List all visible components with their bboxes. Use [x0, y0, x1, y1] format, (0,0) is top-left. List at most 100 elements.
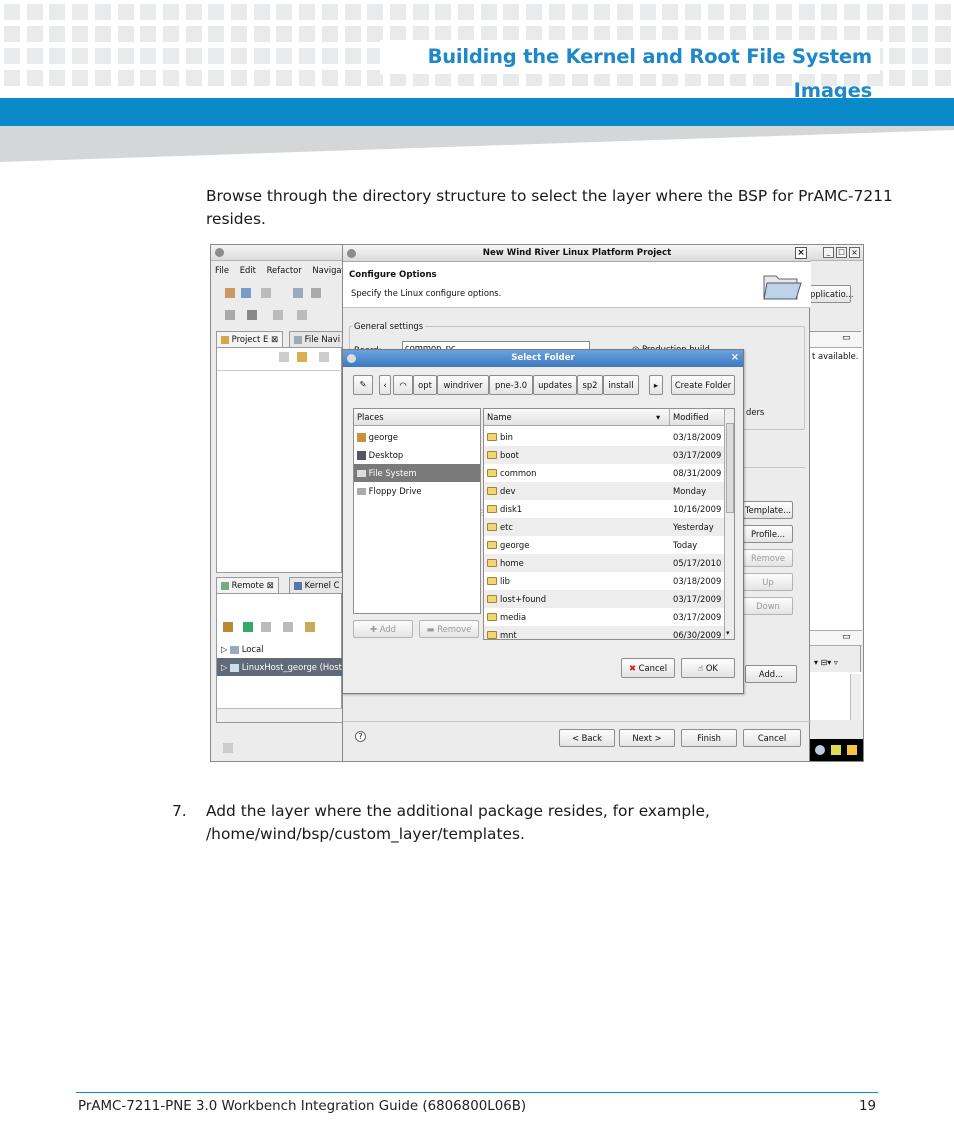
path-windriver-button[interactable]: windriver	[437, 375, 489, 395]
down-button[interactable]: Down	[743, 597, 793, 615]
cancel-wizard-button[interactable]: Cancel	[743, 729, 801, 747]
minimize-icon[interactable]: _	[823, 247, 834, 258]
remove-place-button[interactable]: ▬ Remove	[419, 620, 479, 638]
finish-button[interactable]: Finish	[681, 729, 737, 747]
menu-file[interactable]: File	[215, 265, 229, 275]
file-row[interactable]: etc Yesterday	[484, 518, 724, 536]
path-scroll-left-icon[interactable]: ‹	[379, 375, 391, 395]
tree-local[interactable]: ▷ Local	[217, 640, 343, 658]
connect-icon[interactable]	[243, 622, 253, 632]
file-row[interactable]: home 05/17/2010	[484, 554, 724, 572]
tray-icon-3[interactable]	[847, 745, 857, 755]
debug-icon[interactable]	[247, 310, 257, 320]
file-row[interactable]: george Today	[484, 536, 724, 554]
folder-icon	[487, 631, 497, 639]
close-icon[interactable]: ×	[849, 247, 860, 258]
file-row[interactable]: lib 03/18/2009	[484, 572, 724, 590]
back-button[interactable]: < Back	[559, 729, 615, 747]
vertical-scrollbar-right[interactable]	[850, 674, 861, 720]
place-george[interactable]: george	[354, 428, 480, 446]
remove-layer-button[interactable]: Remove	[743, 549, 793, 567]
root-path-button[interactable]: ◠	[393, 375, 413, 395]
minimize-view-icon-2[interactable]: ▭	[842, 632, 851, 642]
tree-linux-host[interactable]: ▷ LinuxHost_george (Host	[217, 658, 343, 676]
view-menu-icon-2[interactable]: ▾ ⊟▾ ▿	[814, 658, 838, 667]
tab-project-explorer[interactable]: Project E ⊠	[216, 331, 283, 347]
new-icon[interactable]	[225, 288, 235, 298]
file-row[interactable]: dev Monday	[484, 482, 724, 500]
define-connection-icon[interactable]	[223, 622, 233, 632]
new-application-button[interactable]: pplicatio...	[807, 285, 854, 303]
path-sp2-button[interactable]: sp2	[577, 375, 603, 395]
pane-resize-handle[interactable]: ⋮	[478, 508, 486, 517]
clean-icon[interactable]	[311, 288, 321, 298]
next-button[interactable]: Next >	[619, 729, 675, 747]
kernel-icon	[294, 581, 302, 590]
path-updates-button[interactable]: updates	[533, 375, 577, 395]
save-icon[interactable]	[241, 288, 251, 298]
path-pne-button[interactable]: pne-3.0	[489, 375, 533, 395]
files-vertical-scrollbar[interactable]: ▾	[724, 409, 734, 639]
scroll-thumb[interactable]	[726, 423, 734, 513]
template-button[interactable]: Template...	[743, 501, 793, 519]
edit-path-icon[interactable]: ✎	[353, 375, 373, 395]
menu-edit[interactable]: Edit	[240, 265, 256, 275]
select-folder-title-bar: Select Folder ×	[343, 350, 743, 367]
add-place-button[interactable]: ✚ Add	[353, 620, 413, 638]
cancel-select-button[interactable]: ✖ Cancel	[621, 658, 675, 678]
file-row[interactable]: mnt 06/30/2009	[484, 626, 724, 639]
tray-bar	[809, 739, 863, 761]
path-opt-button[interactable]: opt	[413, 375, 437, 395]
file-row[interactable]: media 03/17/2009	[484, 608, 724, 626]
name-column-header[interactable]: Name ▾	[484, 409, 670, 426]
tab-remote[interactable]: Remote ⊠	[216, 577, 279, 593]
add-layer-button[interactable]: Add...	[745, 665, 797, 683]
next-annotation-icon[interactable]	[273, 310, 283, 320]
view-menu-icon[interactable]	[319, 352, 329, 362]
header-square	[208, 48, 224, 64]
path-scroll-right-icon[interactable]: ▸	[649, 375, 663, 395]
file-row[interactable]: lost+found 03/17/2009	[484, 590, 724, 608]
filter-icon[interactable]	[305, 622, 315, 632]
back-icon[interactable]	[297, 310, 307, 320]
file-row[interactable]: bin 03/18/2009	[484, 428, 724, 446]
modified-column-header[interactable]: Modified	[670, 409, 726, 426]
folder-icon	[487, 487, 497, 495]
maximize-icon[interactable]: □	[836, 247, 847, 258]
minimize-view-icon[interactable]: ▭	[842, 333, 851, 343]
file-row[interactable]: disk1 10/16/2009	[484, 500, 724, 518]
help-icon[interactable]: ?	[355, 731, 366, 742]
wizard-close-icon[interactable]: ×	[795, 247, 807, 259]
ok-button[interactable]: ☝ OK	[681, 658, 735, 678]
profile-button[interactable]: Profile...	[743, 525, 793, 543]
print-icon[interactable]	[261, 288, 271, 298]
place-desktop[interactable]: Desktop	[354, 446, 480, 464]
step-text-line-2: /home/wind/bsp/custom_layer/templates.	[206, 825, 525, 843]
collapse-all-icon[interactable]	[279, 352, 289, 362]
path-install-button[interactable]: install	[603, 375, 639, 395]
header-square	[72, 70, 88, 86]
tray-icon-2[interactable]	[831, 745, 841, 755]
header-square	[889, 70, 905, 86]
horizontal-scrollbar[interactable]	[217, 708, 343, 722]
refresh-icon[interactable]	[283, 622, 293, 632]
select-folder-close-icon[interactable]: ×	[729, 352, 741, 364]
disconnect-icon[interactable]	[261, 622, 271, 632]
menu-refactor[interactable]: Refactor	[267, 265, 302, 275]
up-button[interactable]: Up	[743, 573, 793, 591]
link-editor-icon[interactable]	[297, 352, 307, 362]
places-header[interactable]: Places	[354, 409, 480, 426]
file-row[interactable]: boot 03/17/2009	[484, 446, 724, 464]
header-square	[662, 4, 678, 20]
place-floppy-drive[interactable]: Floppy Drive	[354, 482, 480, 500]
tab-file-navigator[interactable]: File Navi	[289, 331, 346, 347]
place-file-system[interactable]: File System	[354, 464, 480, 482]
build-icon[interactable]	[293, 288, 303, 298]
file-row[interactable]: common 08/31/2009	[484, 464, 724, 482]
scroll-down-icon[interactable]: ▾	[726, 629, 730, 637]
header-square	[118, 70, 134, 86]
create-folder-button[interactable]: Create Folder	[671, 375, 735, 395]
step-icon[interactable]	[225, 310, 235, 320]
tray-icon-1[interactable]	[815, 745, 825, 755]
tab-kernel[interactable]: Kernel C	[289, 577, 345, 593]
